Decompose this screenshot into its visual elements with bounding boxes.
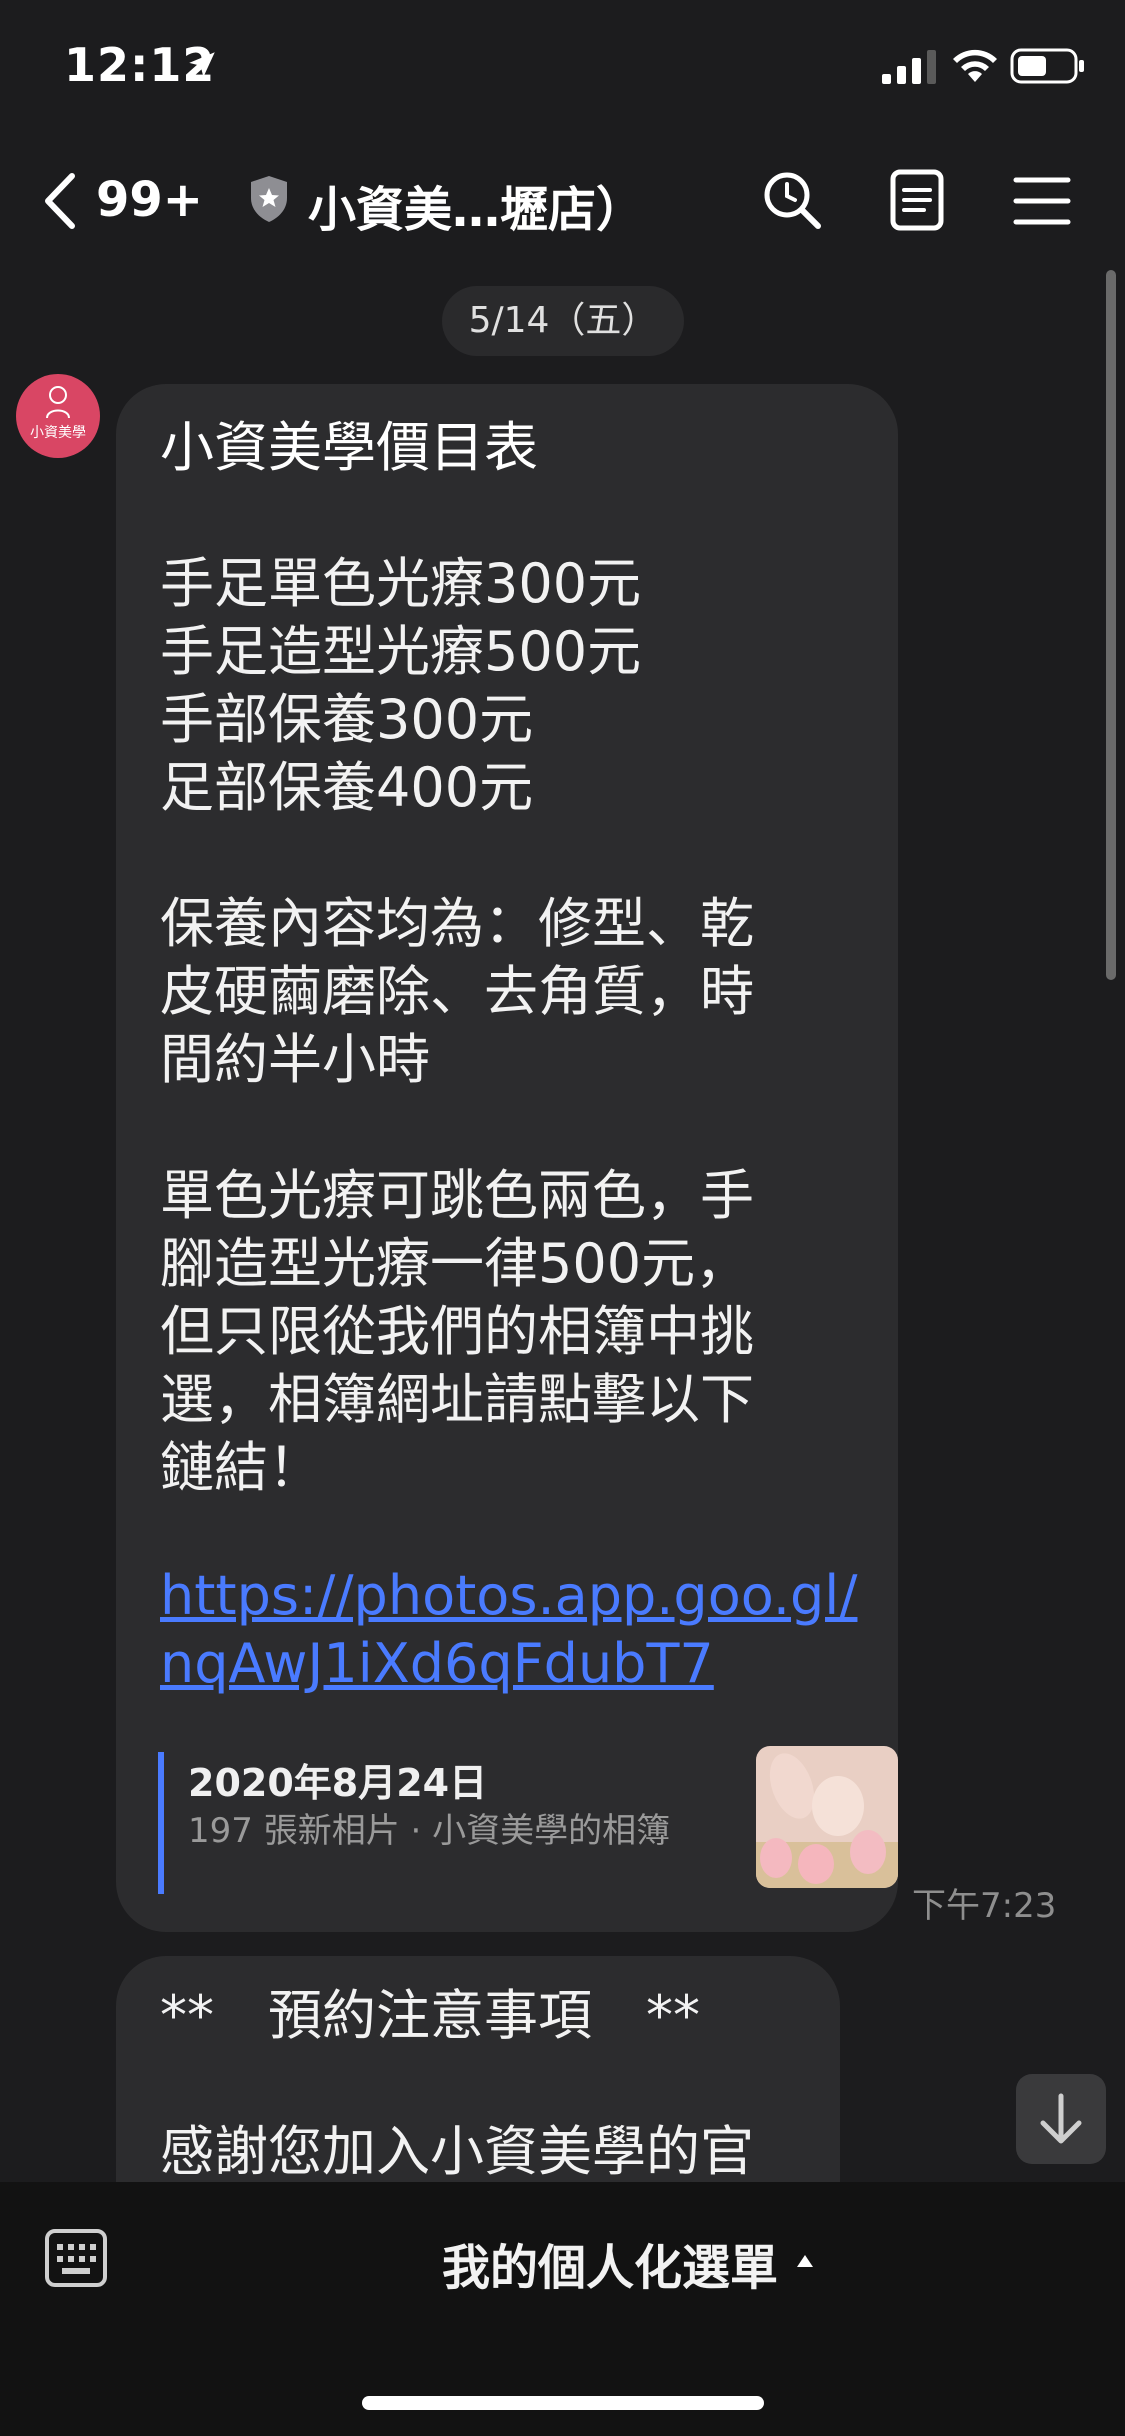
back-chevron-icon[interactable] bbox=[40, 170, 80, 232]
arrow-down-icon bbox=[1040, 2093, 1082, 2144]
message-body: 手足單色光療300元 手足造型光療500元 手部保養300元 足部保養400元 … bbox=[160, 552, 754, 1499]
caret-up-icon[interactable] bbox=[796, 2254, 814, 2268]
wifi-icon bbox=[953, 49, 997, 82]
chat-header: 99+ 小資美…壢店） bbox=[0, 140, 1125, 260]
location-arrow-icon bbox=[189, 52, 215, 78]
unread-count[interactable]: 99+ bbox=[96, 172, 203, 228]
message-title: 小資美學價目表 bbox=[160, 416, 538, 479]
menu-icon[interactable] bbox=[1012, 174, 1072, 228]
album-link[interactable]: https://photos.app.goo.gl/nqAwJ1iXd6qFdu… bbox=[160, 1562, 860, 1698]
scroll-indicator[interactable] bbox=[1106, 270, 1116, 980]
avatar[interactable]: 小資美學 bbox=[16, 374, 100, 458]
preview-description: 197 張新相片 · 小資美學的相簿 bbox=[188, 1811, 671, 1851]
verified-shield-icon bbox=[251, 176, 287, 222]
link-preview-card[interactable]: 2020年8月24日 197 張新相片 · 小資美學的相簿 bbox=[158, 1746, 898, 1894]
message-bubble[interactable]: 手足單色光療300元 手足造型光療500元 手部保養300元 足部保養400元 … bbox=[116, 384, 898, 1932]
chat-title[interactable]: 小資美…壢店） bbox=[308, 170, 644, 240]
message-body: 感謝您加入小資美學的官 bbox=[160, 2120, 754, 2183]
personal-menu-button[interactable]: 我的個人化選單 bbox=[442, 2228, 778, 2298]
message-bubble[interactable]: ** 預約注意事項 ** 感謝您加入小資美學的官 bbox=[116, 1956, 840, 2196]
home-indicator[interactable] bbox=[362, 2396, 764, 2410]
message-timestamp: 下午7:23 bbox=[912, 1886, 1057, 1926]
scroll-to-bottom-button[interactable] bbox=[1016, 2074, 1106, 2164]
preview-title: 2020年8月24日 bbox=[188, 1761, 488, 1805]
battery-icon bbox=[1010, 48, 1084, 84]
avatar-logo-icon bbox=[46, 386, 70, 419]
preview-accent-bar bbox=[158, 1752, 164, 1894]
keyboard-icon[interactable] bbox=[44, 2228, 108, 2288]
status-bar: 12:12 bbox=[0, 0, 1125, 140]
avatar-label: 小資美學 bbox=[30, 425, 86, 441]
rich-menu-bar: 我的個人化選單 bbox=[0, 2182, 1125, 2436]
cellular-signal-icon bbox=[882, 50, 936, 84]
note-icon[interactable] bbox=[888, 168, 946, 232]
date-separator: 5/14（五） bbox=[442, 286, 684, 356]
message-title: ** 預約注意事項 ** bbox=[160, 1984, 700, 2047]
preview-thumbnail bbox=[756, 1746, 898, 1888]
search-icon[interactable] bbox=[760, 168, 824, 232]
